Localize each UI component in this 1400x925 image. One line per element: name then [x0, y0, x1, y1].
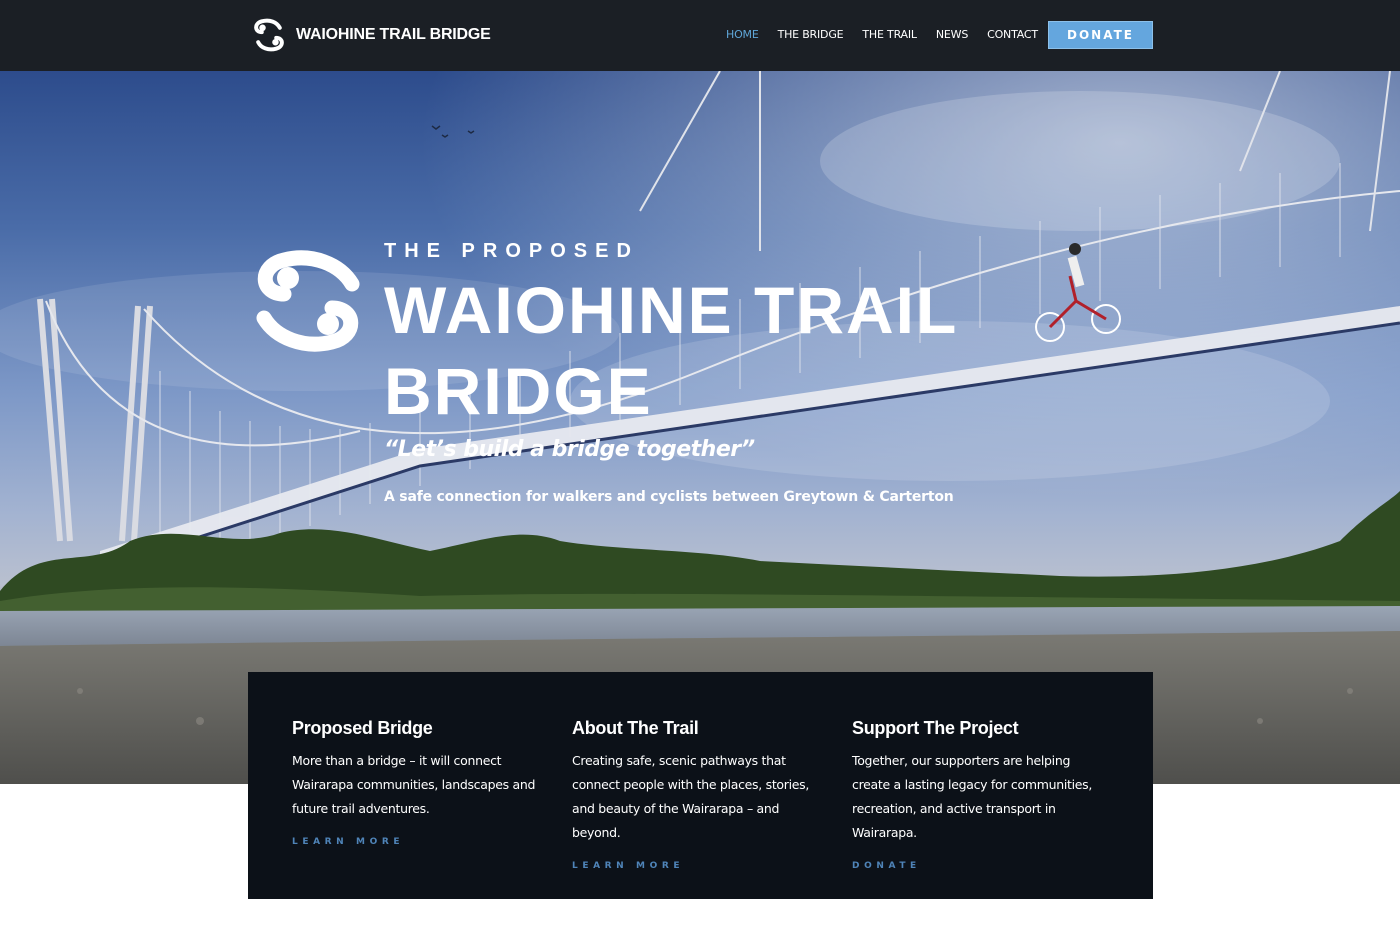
feature-body: Creating safe, scenic pathways that conn…: [572, 753, 810, 840]
feature-about-trail: About The Trail Creating safe, scenic pa…: [572, 718, 822, 872]
feature-support-project: Support The Project Together, our suppor…: [852, 718, 1102, 872]
site-name: WAIOHINE TRAIL BRIDGE: [296, 26, 491, 43]
site-header: WAIOHINE TRAIL BRIDGE HOME THE BRIDGE TH…: [0, 0, 1400, 71]
hero-title: WAIOHINE TRAIL BRIDGE: [384, 273, 958, 428]
feature-proposed-bridge: Proposed Bridge More than a bridge – it …: [292, 718, 542, 848]
learn-more-link[interactable]: LEARN MORE: [572, 861, 684, 871]
koru-emblem-icon: [256, 250, 360, 352]
feature-panel: Proposed Bridge More than a bridge – it …: [248, 672, 1153, 899]
nav-the-trail[interactable]: THE TRAIL: [862, 28, 917, 41]
koru-logo-icon: [254, 18, 284, 52]
hero-subtitle: A safe connection for walkers and cyclis…: [384, 489, 954, 505]
feature-title: Support The Project: [852, 718, 1019, 738]
hero-tagline: “Let’s build a bridge together”: [384, 437, 755, 462]
nav-the-bridge[interactable]: THE BRIDGE: [778, 28, 844, 41]
nav-home[interactable]: HOME: [726, 28, 759, 41]
nav-contact[interactable]: CONTACT: [987, 28, 1038, 41]
brand-link[interactable]: WAIOHINE TRAIL BRIDGE: [250, 17, 491, 53]
feature-body: Together, our supporters are helping cre…: [852, 753, 1093, 840]
feature-title: About The Trail: [572, 718, 699, 738]
hero-kicker: THE PROPOSED: [384, 240, 639, 262]
donate-button[interactable]: DONATE: [1048, 21, 1153, 49]
nav-news[interactable]: NEWS: [936, 28, 968, 41]
learn-more-link[interactable]: LEARN MORE: [292, 837, 404, 847]
donate-link[interactable]: DONATE: [852, 861, 921, 871]
main-nav: HOME THE BRIDGE THE TRAIL NEWS CONTACT: [726, 28, 1057, 41]
feature-title: Proposed Bridge: [292, 718, 433, 738]
feature-body: More than a bridge – it will connect Wai…: [292, 753, 536, 816]
